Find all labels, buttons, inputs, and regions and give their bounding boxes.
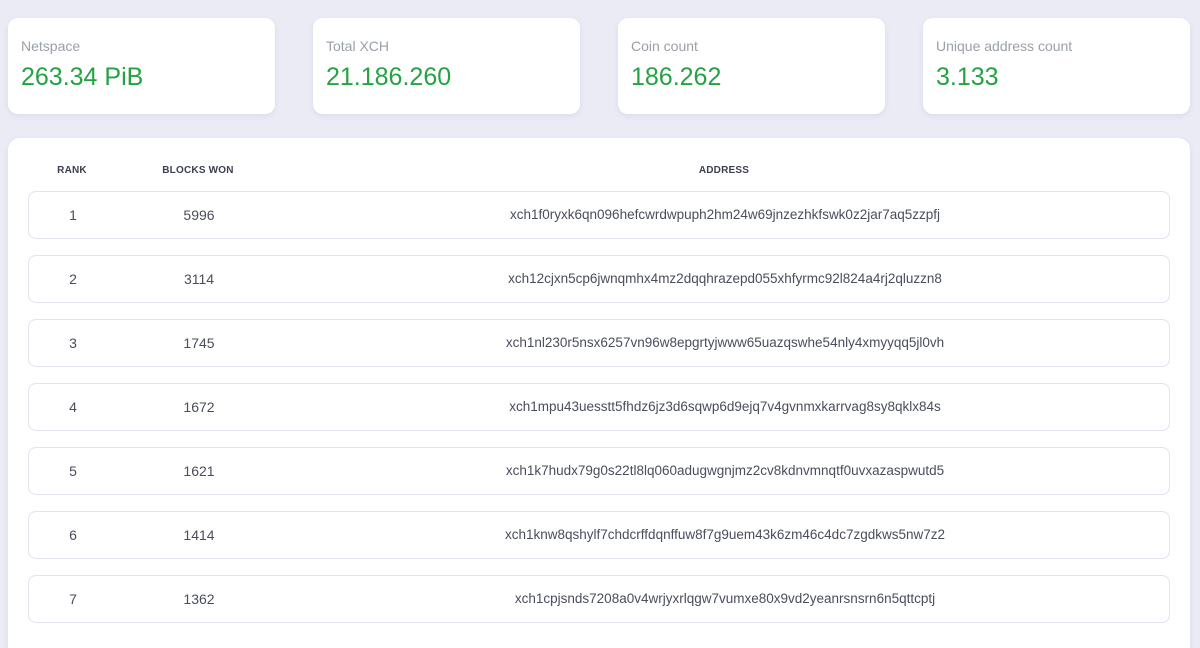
header-blocks-won[interactable]: BLOCKS WON	[128, 164, 268, 178]
cell-blocks-won: 5996	[183, 207, 215, 223]
stat-label: Netspace	[21, 38, 81, 54]
cell-rank: 1	[69, 207, 77, 223]
table-row[interactable]: 3 1745 xch1nl230r5nsx6257vn96w8epgrtyjww…	[28, 319, 1170, 367]
cell-address[interactable]: xch1cpjsnds7208a0v4wrjyxrlqgw7vumxe80x9v…	[269, 576, 1181, 622]
farmers-table: RANK BLOCKS WON ADDRESS 1 5996 xch1f0ryx…	[8, 138, 1190, 648]
cell-blocks-won: 1621	[183, 463, 215, 479]
cell-address[interactable]: xch1k7hudx79g0s22tl8lq060adugwgnjmz2cv8k…	[269, 448, 1181, 494]
cell-rank: 4	[69, 399, 77, 415]
header-rank[interactable]: RANK	[28, 164, 116, 178]
stat-label: Unique address count	[936, 38, 1073, 54]
cell-address[interactable]: xch1knw8qshylf7chdcrffdqnffuw8f7g9uem43k…	[269, 512, 1181, 558]
stat-value: 263.34 PiB	[21, 63, 144, 91]
cell-rank: 6	[69, 527, 77, 543]
cell-rank: 5	[69, 463, 77, 479]
stat-card-total-xch: Total XCH 21.186.260	[313, 18, 580, 114]
cell-blocks-won: 1745	[183, 335, 215, 351]
cell-address[interactable]: xch1f0ryxk6qn096hefcwrdwpuph2hm24w69jnze…	[269, 192, 1181, 238]
cell-address[interactable]: xch1nl230r5nsx6257vn96w8epgrtyjwww65uazq…	[269, 320, 1181, 366]
table-row[interactable]: 4 1672 xch1mpu43uesstt5fhdz6jz3d6sqwp6d9…	[28, 383, 1170, 431]
table-row[interactable]: 7 1362 xch1cpjsnds7208a0v4wrjyxrlqgw7vum…	[28, 575, 1170, 623]
table-row[interactable]: 5 1621 xch1k7hudx79g0s22tl8lq060adugwgnj…	[28, 447, 1170, 495]
stat-value: 21.186.260	[326, 63, 452, 91]
cell-blocks-won: 3114	[183, 271, 215, 287]
cell-address[interactable]: xch12cjxn5cp6jwnqmhx4mz2dqqhrazepd055xhf…	[269, 256, 1181, 302]
stat-card-netspace: Netspace 263.34 PiB	[8, 18, 275, 114]
cell-rank: 7	[69, 591, 77, 607]
stats-bar: Netspace 263.34 PiB Total XCH 21.186.260…	[8, 18, 1190, 114]
stat-value: 186.262	[631, 63, 722, 91]
table-header: RANK BLOCKS WON ADDRESS	[8, 164, 1190, 178]
table-row[interactable]: 1 5996 xch1f0ryxk6qn096hefcwrdwpuph2hm24…	[28, 191, 1170, 239]
stat-label: Total XCH	[326, 38, 390, 54]
table-body: 1 5996 xch1f0ryxk6qn096hefcwrdwpuph2hm24…	[28, 191, 1170, 639]
cell-rank: 3	[69, 335, 77, 351]
stat-card-coin-count: Coin count 186.262	[618, 18, 885, 114]
cell-blocks-won: 1362	[183, 591, 215, 607]
stat-card-unique-address-count: Unique address count 3.133	[923, 18, 1190, 114]
table-row[interactable]: 6 1414 xch1knw8qshylf7chdcrffdqnffuw8f7g…	[28, 511, 1170, 559]
stat-value: 3.133	[936, 63, 999, 91]
stat-label: Coin count	[631, 38, 698, 54]
cell-blocks-won: 1672	[183, 399, 215, 415]
header-address[interactable]: ADDRESS	[268, 164, 1180, 178]
table-row[interactable]: 2 3114 xch12cjxn5cp6jwnqmhx4mz2dqqhrazep…	[28, 255, 1170, 303]
cell-blocks-won: 1414	[183, 527, 215, 543]
cell-address[interactable]: xch1mpu43uesstt5fhdz6jz3d6sqwp6d9ejq7v4g…	[269, 384, 1181, 430]
cell-rank: 2	[69, 271, 77, 287]
